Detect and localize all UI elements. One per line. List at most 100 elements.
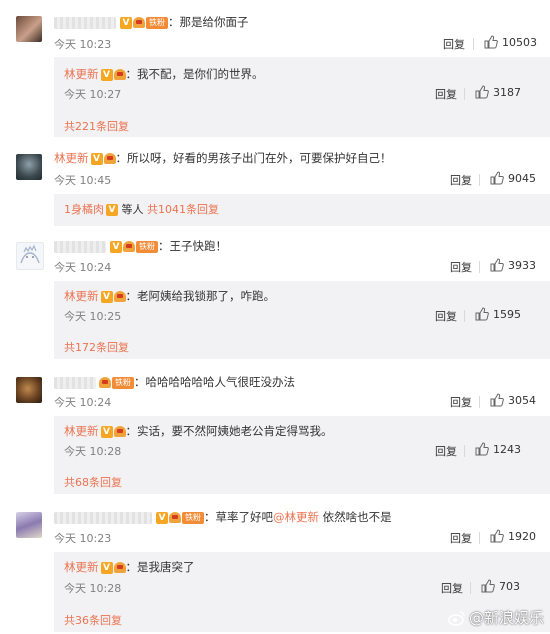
verified-icon: V <box>100 561 113 574</box>
sub-reply-username[interactable]: 林更新 <box>64 67 99 81</box>
avatar[interactable] <box>16 16 42 42</box>
sub-reply-username[interactable]: 林更新 <box>64 560 99 574</box>
sub-reply-username[interactable]: 林更新 <box>64 289 99 303</box>
sub-reply-line: 林更新 V ：我不配，是你们的世界。 <box>64 67 264 81</box>
like-count: 3187 <box>493 86 521 99</box>
like-button[interactable]: 3933 <box>490 258 536 272</box>
comment-text: 那是给你面子 <box>179 15 249 29</box>
verified-icon: V <box>100 290 113 303</box>
sub-reply-time: 今天 10:28 <box>64 445 122 458</box>
comment-time: 今天 10:23 <box>54 532 112 545</box>
sub-reply-text: 实话，要不然阿姨她老公肯定得骂我。 <box>137 424 333 438</box>
like-button[interactable]: 10503 <box>484 35 537 49</box>
comment-text-line: 林更新 V ：所以呀，好看的男孩子出门在外，可要保护好自己！ <box>54 151 392 165</box>
reply-button[interactable]: 回复 <box>435 443 457 459</box>
comment-time: 今天 10:24 <box>54 261 112 274</box>
blurred-username[interactable] <box>54 240 106 253</box>
blurred-username[interactable] <box>54 16 116 29</box>
vip-crown-icon <box>113 69 126 80</box>
like-button[interactable]: 1920 <box>490 529 536 543</box>
vip-crown-icon <box>113 426 126 437</box>
vip-crown-icon <box>113 562 126 573</box>
vip-crown-icon <box>123 241 135 252</box>
thumbs-up-icon <box>481 579 495 593</box>
verified-icon: V <box>100 68 113 81</box>
replier-username[interactable]: 1身橘肉 <box>64 203 104 216</box>
reply-button[interactable]: 回复 <box>450 172 472 188</box>
fan-badge: 铁粉 <box>136 240 158 253</box>
comment-text: 哈哈哈哈哈哈人气很旺没办法 <box>145 375 296 389</box>
vip-crown-icon <box>133 17 145 28</box>
divider <box>464 310 465 322</box>
verified-icon: V <box>120 16 132 29</box>
comment-time: 今天 10:24 <box>54 396 112 409</box>
fan-badge: 铁粉 <box>182 511 204 524</box>
thumbs-up-icon <box>490 258 504 272</box>
like-button[interactable]: 1243 <box>475 442 521 456</box>
like-count: 1595 <box>493 308 521 321</box>
sub-reply-box: 1身橘肉 V 等人 共1041条回复 <box>54 194 550 226</box>
divider <box>479 261 480 273</box>
divider <box>479 174 480 186</box>
verified-icon: V <box>156 511 168 524</box>
thumbs-up-icon <box>490 171 504 185</box>
comment-text-line: V 铁粉 ：草率了好吧@林更新 依然啥也不是 <box>54 509 392 525</box>
more-replies-link[interactable]: 共1041条回复 <box>147 203 219 216</box>
comment-text: 草率了好吧 <box>215 510 274 524</box>
thumbs-up-icon <box>475 442 489 456</box>
vip-crown-icon <box>113 291 126 302</box>
like-button[interactable]: 9045 <box>490 171 536 185</box>
sub-reply-line: 林更新 V ：是我唐突了 <box>64 560 195 574</box>
mention-link[interactable]: @林更新 <box>273 510 319 524</box>
like-count: 3054 <box>508 394 536 407</box>
divider <box>479 532 480 544</box>
blurred-username[interactable] <box>54 376 96 389</box>
like-button[interactable]: 3054 <box>490 393 536 407</box>
like-count: 3933 <box>508 259 536 272</box>
divider <box>479 396 480 408</box>
reply-button[interactable]: 回复 <box>435 308 457 324</box>
like-button[interactable]: 703 <box>481 579 520 593</box>
like-count: 1243 <box>493 443 521 456</box>
comment-text: 所以呀，好看的男孩子出门在外，可要保护好自己！ <box>127 151 392 165</box>
more-replies-link[interactable]: 共68条回复 <box>64 474 122 490</box>
like-count: 10503 <box>502 36 537 49</box>
sub-reply-text: 老阿姨给我锁那了，咋跑。 <box>137 289 275 303</box>
comment-text-line: V 铁粉 ：王子快跑！ <box>54 238 227 254</box>
comment-text: 王子快跑！ <box>169 239 228 253</box>
reply-button[interactable]: 回复 <box>441 580 463 596</box>
more-replies-link[interactable]: 共221条回复 <box>64 118 129 134</box>
blurred-username[interactable] <box>54 511 152 524</box>
divider <box>470 582 471 594</box>
fan-badge: 铁粉 <box>146 16 168 29</box>
comment-username[interactable]: 林更新 <box>54 151 89 165</box>
reply-button[interactable]: 回复 <box>450 394 472 410</box>
avatar[interactable] <box>16 242 44 270</box>
avatar[interactable] <box>16 154 42 180</box>
comment-text-line: V 铁粉 ：那是给你面子 <box>54 14 249 30</box>
comment-text: 依然啥也不是 <box>319 510 392 524</box>
sub-reply-line: 林更新 V ：老阿姨给我锁那了，咋跑。 <box>64 289 275 303</box>
sub-reply-time: 今天 10:28 <box>64 582 122 595</box>
sub-reply-text: 是我唐突了 <box>137 560 195 574</box>
like-count: 1920 <box>508 530 536 543</box>
verified-icon: V <box>90 152 103 165</box>
thumbs-up-icon <box>484 35 498 49</box>
reply-button[interactable]: 回复 <box>450 530 472 546</box>
thumbs-up-icon <box>490 393 504 407</box>
like-button[interactable]: 1595 <box>475 307 521 321</box>
reply-button[interactable]: 回复 <box>450 259 472 275</box>
weibo-watermark: @新浪娱乐 <box>448 607 544 628</box>
sub-reply-box: 林更新 V ：我不配，是你们的世界。 今天 10:27 回复 3187 共221条回… <box>54 57 550 137</box>
sub-reply-username[interactable]: 林更新 <box>64 424 99 438</box>
vip-crown-icon <box>169 512 181 523</box>
sub-reply-time: 今天 10:27 <box>64 88 122 101</box>
avatar[interactable] <box>16 512 42 538</box>
more-replies-link[interactable]: 共172条回复 <box>64 339 129 355</box>
like-button[interactable]: 3187 <box>475 85 521 99</box>
comment-text-line: 铁粉 ：哈哈哈哈哈哈人气很旺没办法 <box>54 374 295 390</box>
more-replies-link[interactable]: 共36条回复 <box>64 612 122 628</box>
reply-button[interactable]: 回复 <box>443 36 465 52</box>
reply-button[interactable]: 回复 <box>435 86 457 102</box>
avatar[interactable] <box>16 377 42 403</box>
